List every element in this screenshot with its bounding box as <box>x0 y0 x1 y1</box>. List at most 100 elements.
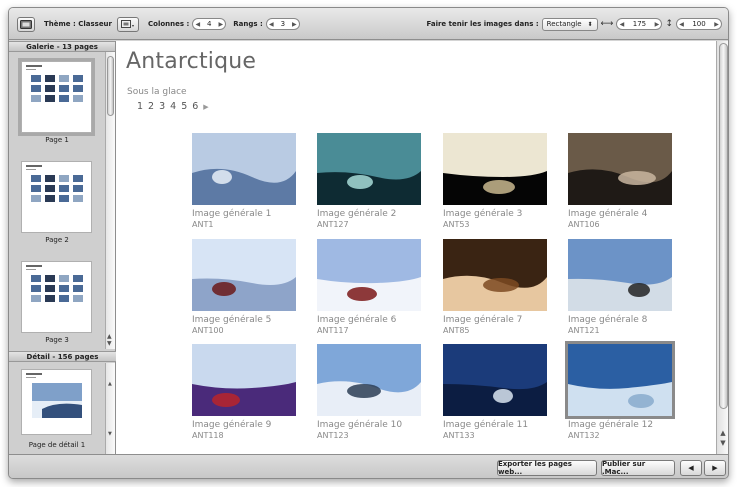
image-id: ANT118 <box>192 431 224 440</box>
theme-button[interactable] <box>17 16 35 32</box>
scrollbar-thumb[interactable] <box>719 43 728 409</box>
gallery-image-cell[interactable]: Image générale 12 ANT132 <box>565 341 676 440</box>
photo-thumbnail[interactable] <box>443 133 547 205</box>
scroll-down-arrow-icon[interactable]: ▼ <box>108 431 112 437</box>
columns-value: 4 <box>207 20 212 28</box>
gallery-image-cell[interactable]: Image générale 8 ANT121 <box>568 239 676 335</box>
export-web-pages-button[interactable]: Exporter les pages web... <box>497 460 597 476</box>
page-link[interactable]: 4 <box>170 101 176 112</box>
scroll-up-arrow-icon[interactable]: ▲ <box>717 429 728 437</box>
gallery-image-cell[interactable]: Image générale 1 ANT1 <box>192 133 300 229</box>
photo-thumbnail[interactable] <box>568 239 672 311</box>
rows-label: Rangs : <box>233 20 263 28</box>
page-thumbnail <box>21 261 92 333</box>
scrollbar-thumb[interactable] <box>107 56 114 116</box>
photo-thumbnail[interactable] <box>192 239 296 311</box>
width-stepper[interactable]: ◀ 175 ▶ <box>616 18 663 30</box>
scroll-down-arrow-icon[interactable]: ▼ <box>717 439 728 447</box>
detail-scrollbar[interactable]: ▲ ▼ <box>105 363 115 454</box>
scroll-up-arrow-icon[interactable]: ▲ <box>108 381 112 387</box>
columns-stepper[interactable]: ◀ 4 ▶ <box>192 18 227 30</box>
decrement-arrow-icon[interactable]: ◀ <box>677 21 686 28</box>
image-id: ANT132 <box>568 431 600 440</box>
gallery-image-cell[interactable]: Image générale 4 ANT106 <box>568 133 676 229</box>
photo-thumbnail[interactable] <box>192 344 296 416</box>
page-title: Antarctique <box>126 49 257 74</box>
photo-thumbnail[interactable] <box>565 341 675 419</box>
decrement-arrow-icon[interactable]: ◀ <box>617 21 626 28</box>
gallery-scrollbar[interactable]: ▲ ▼ <box>105 52 115 349</box>
photo-thumbnail[interactable] <box>317 344 421 416</box>
page-link[interactable]: 2 <box>148 101 154 112</box>
gallery-section-header: Galerie - 13 pages <box>9 41 115 52</box>
gallery-image-cell[interactable]: Image générale 3 ANT53 <box>443 133 551 229</box>
gallery-image-cell[interactable]: Image générale 5 ANT100 <box>192 239 300 335</box>
rows-stepper[interactable]: ◀ 3 ▶ <box>265 18 300 30</box>
image-caption: Image générale 3 <box>443 209 523 219</box>
image-id: ANT117 <box>317 326 349 335</box>
gallery-image-cell[interactable]: Image générale 6 ANT117 <box>317 239 425 335</box>
fit-shape-popup[interactable]: Rectangle ⬍ <box>541 17 598 31</box>
page-link[interactable]: 3 <box>159 101 165 112</box>
layout-menu-button[interactable] <box>117 16 139 32</box>
gallery-image-cell[interactable]: Image générale 11 ANT133 <box>443 344 551 440</box>
iphoto-web-page-window: Thème : Classeur Colonnes : ◀ 4 ▶ Rangs : … <box>8 7 729 479</box>
photo-thumbnail[interactable] <box>192 133 296 205</box>
image-id: ANT106 <box>568 220 600 229</box>
image-caption: Image générale 10 <box>317 420 403 430</box>
image-id: ANT1 <box>192 220 214 229</box>
detail-section-header: Détail - 156 pages <box>9 351 116 362</box>
bottom-bar: Exporter les pages web... Publier sur .M… <box>9 454 728 478</box>
photo-thumbnail[interactable] <box>443 344 547 416</box>
height-stepper[interactable]: ◀ 100 ▶ <box>676 18 722 30</box>
image-caption: Image générale 12 <box>568 420 654 430</box>
previous-page-button[interactable]: ◀ <box>680 460 702 476</box>
gallery-image-cell[interactable]: Image générale 9 ANT118 <box>192 344 300 440</box>
gallery-page-thumb[interactable]: Page 2 <box>9 152 105 252</box>
scroll-arrows-icon[interactable]: ▲ ▼ <box>107 333 112 347</box>
next-page-button[interactable]: ▶ <box>704 460 726 476</box>
photo-thumbnail[interactable] <box>317 133 421 205</box>
image-caption: Image générale 6 <box>317 315 397 325</box>
image-id: ANT85 <box>443 326 470 335</box>
next-page-arrow-icon[interactable]: ▶ <box>203 103 208 111</box>
image-id: ANT100 <box>192 326 224 335</box>
increment-arrow-icon[interactable]: ▶ <box>652 21 661 28</box>
gallery-page-thumb[interactable]: Page 3 <box>9 252 105 349</box>
page-label: Page 2 <box>45 236 69 244</box>
increment-arrow-icon[interactable]: ▶ <box>290 21 299 28</box>
gallery-image-cell[interactable]: Image générale 10 ANT123 <box>317 344 425 440</box>
image-caption: Image générale 5 <box>192 315 272 325</box>
gallery-page-list: Page 1 Page 2 Page 3 <box>9 52 105 349</box>
decrement-arrow-icon[interactable]: ◀ <box>193 21 202 28</box>
rows-value: 3 <box>280 20 286 28</box>
photo-thumbnail[interactable] <box>568 133 672 205</box>
image-id: ANT123 <box>317 431 349 440</box>
page-label: Page de détail 1 <box>28 441 86 449</box>
width-icon: ⟷ <box>600 19 614 29</box>
preview-scrollbar[interactable]: ▲ ▼ <box>716 41 728 454</box>
detail-page-thumb[interactable]: Page de détail 1 <box>9 363 105 454</box>
page-link[interactable]: 1 <box>137 101 143 112</box>
gallery-image-cell[interactable]: Image générale 7 ANT85 <box>443 239 551 335</box>
fit-shape-value: Rectangle <box>546 20 582 28</box>
gallery-image-cell[interactable]: Image générale 2 ANT127 <box>317 133 425 229</box>
page-link[interactable]: 6 <box>192 101 198 112</box>
layout-icon <box>121 20 134 28</box>
photo-thumbnail[interactable] <box>443 239 547 311</box>
photo-thumbnail[interactable] <box>317 239 421 311</box>
image-id: ANT121 <box>568 326 600 335</box>
increment-arrow-icon[interactable]: ▶ <box>712 21 721 28</box>
image-caption: Image générale 4 <box>568 209 648 219</box>
page-sidebar: Galerie - 13 pages Page 1 Page 2 Page 3 … <box>9 41 116 454</box>
page-preview: Antarctique Sous la glace 1 2 3 4 5 6 ▶ Image … <box>116 41 716 454</box>
page-thumbnail <box>18 58 95 136</box>
detail-photo-thumb <box>32 383 82 418</box>
height-value: 100 <box>692 20 706 28</box>
columns-label: Colonnes : <box>148 20 190 28</box>
page-link[interactable]: 5 <box>181 101 187 112</box>
increment-arrow-icon[interactable]: ▶ <box>216 21 225 28</box>
gallery-page-thumb[interactable]: Page 1 <box>9 52 105 152</box>
publish-mac-button[interactable]: Publier sur .Mac... <box>601 460 675 476</box>
decrement-arrow-icon[interactable]: ◀ <box>267 21 276 28</box>
